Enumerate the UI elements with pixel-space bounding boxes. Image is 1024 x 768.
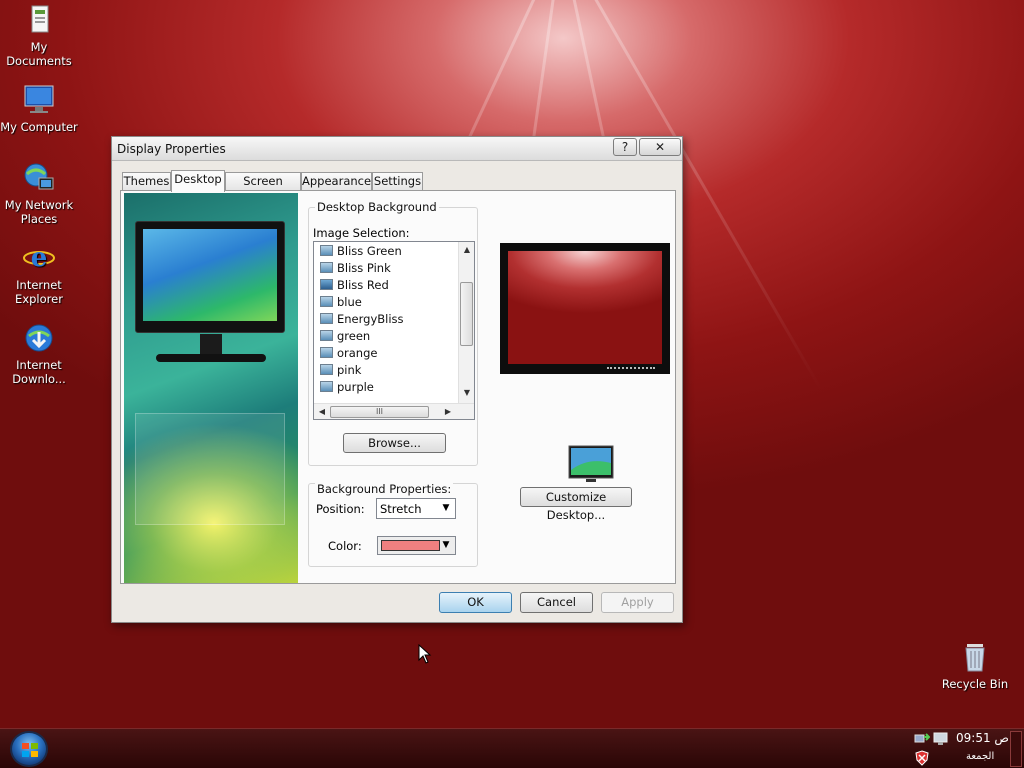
mouse-cursor-icon — [418, 644, 432, 664]
windows-logo-icon — [22, 743, 38, 757]
show-desktop-button[interactable] — [1010, 731, 1022, 767]
svg-text:e: e — [31, 243, 48, 273]
desktop-tab-panel: Desktop Background Image Selection: Blis… — [120, 190, 676, 584]
clock-day: الجمعة — [966, 751, 995, 762]
image-selection-label: Image Selection: — [313, 226, 410, 240]
scroll-down-icon[interactable]: ▼ — [460, 388, 474, 397]
ok-button[interactable]: OK — [439, 592, 512, 613]
security-shield-icon[interactable] — [915, 750, 929, 766]
position-select[interactable]: Stretch ▼ — [376, 498, 456, 519]
list-item-selected[interactable]: Bliss Red — [320, 277, 389, 294]
apply-button[interactable]: Apply — [601, 592, 674, 613]
cancel-button[interactable]: Cancel — [520, 592, 593, 613]
window-title: Display Properties — [117, 142, 226, 156]
image-thumb-icon — [320, 279, 333, 290]
desktop-icon-label: Internet Explorer — [15, 278, 63, 306]
desktop-icon-label: Internet Downlo... — [12, 358, 66, 386]
desktop-icon-label: My Computer — [0, 120, 78, 134]
desktop-icon-internet-download[interactable]: Internet Downlo... — [0, 322, 79, 386]
network-icon — [23, 162, 55, 194]
color-picker[interactable]: ▼ — [377, 536, 456, 555]
horizontal-scrollbar[interactable]: ◀ III ▶ — [314, 403, 474, 419]
tab-settings[interactable]: Settings — [372, 172, 423, 191]
monitor-tray-icon[interactable] — [933, 732, 949, 746]
position-value: Stretch — [380, 502, 422, 516]
desktop-icon-my-computer[interactable]: My Computer — [0, 84, 79, 134]
position-label: Position: — [316, 502, 365, 516]
image-thumb-icon — [320, 245, 333, 256]
image-thumb-icon — [320, 313, 333, 324]
tab-desktop[interactable]: Desktop — [171, 170, 225, 192]
list-item[interactable]: blue — [320, 294, 362, 311]
desktop-icon-network-places[interactable]: My Network Places — [0, 162, 79, 226]
desktop-icon-label: My Documents — [6, 40, 72, 68]
desktop-icon-internet-explorer[interactable]: e Internet Explorer — [0, 242, 79, 306]
clock-time[interactable]: 09:51 ص — [956, 731, 1009, 745]
network-tray-icon[interactable] — [914, 733, 930, 747]
image-thumb-icon — [320, 296, 333, 307]
desktop-icon-my-documents[interactable]: My Documents — [0, 4, 79, 68]
scroll-right-icon[interactable]: ▶ — [441, 407, 455, 416]
horizontal-scroll-thumb[interactable]: III — [330, 406, 429, 418]
browse-button[interactable]: Browse... — [343, 433, 446, 453]
list-item[interactable]: orange — [320, 345, 377, 362]
list-item[interactable]: Bliss Pink — [320, 260, 391, 277]
download-manager-icon — [23, 322, 55, 354]
close-button[interactable]: ✕ — [639, 138, 681, 156]
group-title: Background Properties: — [315, 482, 454, 496]
side-banner-image — [124, 193, 298, 583]
scroll-up-icon[interactable]: ▲ — [460, 245, 474, 254]
list-item[interactable]: Bliss Green — [320, 243, 402, 260]
desktop-preview — [500, 243, 670, 374]
image-thumb-icon — [320, 381, 333, 392]
chevron-down-icon: ▼ — [442, 540, 450, 550]
image-thumb-icon — [320, 364, 333, 375]
computer-icon — [23, 84, 55, 116]
desktop-icon-recycle-bin[interactable]: Recycle Bin — [935, 641, 1015, 691]
scroll-left-icon[interactable]: ◀ — [315, 407, 329, 416]
tab-screen-saver[interactable]: Screen Saver — [225, 172, 301, 205]
vertical-scroll-thumb[interactable] — [460, 282, 473, 346]
chevron-down-icon: ▼ — [442, 503, 450, 513]
image-selection-list[interactable]: Bliss Green Bliss Pink Bliss Red blue En… — [313, 241, 475, 420]
monitor-illustration — [135, 221, 285, 362]
image-thumb-icon — [320, 262, 333, 273]
image-thumb-icon — [320, 330, 333, 341]
desktop-icon-label: My Network Places — [4, 198, 74, 226]
tab-themes[interactable]: Themes — [122, 172, 171, 191]
list-item[interactable]: pink — [320, 362, 361, 379]
display-properties-window: Display Properties ? ✕ Themes Desktop Sc… — [111, 136, 683, 623]
folder-icon — [23, 4, 55, 36]
image-thumb-icon — [320, 347, 333, 358]
group-title: Desktop Background — [315, 200, 439, 214]
titlebar[interactable]: Display Properties ? ✕ — [112, 137, 682, 161]
start-button[interactable] — [10, 731, 48, 767]
list-item[interactable]: purple — [320, 379, 374, 396]
taskbar: 09:51 ص الجمعة — [0, 728, 1024, 768]
recycle-bin-icon — [959, 641, 991, 673]
customize-desktop-button[interactable]: Customize Desktop... — [520, 487, 632, 522]
color-label: Color: — [328, 539, 362, 553]
color-swatch — [381, 540, 440, 551]
tab-appearance[interactable]: Appearance — [301, 172, 372, 191]
help-button[interactable]: ? — [613, 138, 637, 156]
list-item[interactable]: EnergyBliss — [320, 311, 404, 328]
vertical-scrollbar[interactable]: ▲ ▼ — [458, 242, 474, 403]
list-item[interactable]: green — [320, 328, 370, 345]
ie-icon: e — [23, 242, 55, 274]
customize-monitor-icon — [568, 445, 614, 483]
desktop-icon-label: Recycle Bin — [941, 677, 1009, 691]
